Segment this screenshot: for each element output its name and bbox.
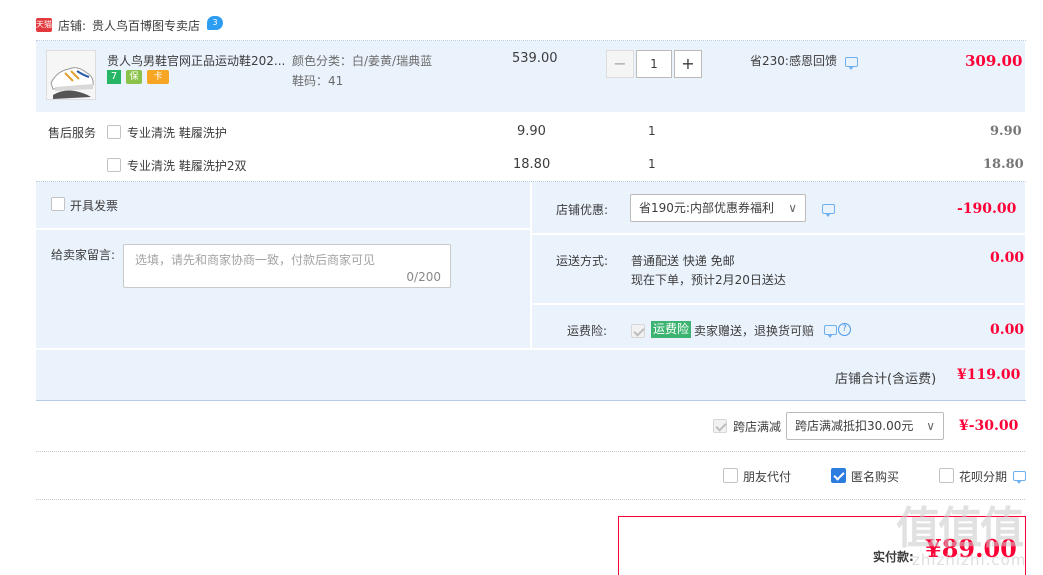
watermark-url: zhizhizhi.com: [912, 551, 1027, 569]
cross-shop-divider: [36, 451, 1025, 452]
promo-comment-icon[interactable]: [845, 57, 858, 70]
product-badge-guarantee: 保: [126, 70, 142, 84]
after-sales-item-1-qty: 1: [648, 124, 656, 138]
shop-chat-icon[interactable]: 3: [207, 16, 223, 30]
options-left-separator: [36, 228, 530, 230]
product-promo: 省230:感恩回馈: [750, 54, 837, 68]
cross-shop-checkbox: [713, 419, 727, 433]
watermark-logo: 值值值: [896, 503, 1024, 554]
cross-shop-amount: ¥-30.00: [959, 418, 1019, 434]
product-spec-color: 颜色分类：白/姜黄/瑞典蓝: [292, 54, 433, 68]
product-thumbnail[interactable]: [46, 50, 96, 100]
product-unit-price: 539.00: [512, 51, 558, 66]
chevron-down-icon: ∨: [788, 201, 797, 215]
message-counter: 0/200: [406, 270, 441, 284]
friend-pay-label[interactable]: 朋友代付: [743, 468, 791, 485]
invoice-checkbox[interactable]: [51, 197, 65, 211]
options-bottom-separator: [36, 348, 1025, 350]
message-placeholder: 选填，请先和商家协商一致，付款后商家可见: [135, 253, 376, 267]
product-badge-seven: 7: [107, 70, 121, 84]
insurance-tag: 运费险: [651, 321, 692, 338]
insurance-text: 卖家赠送，退换货可赔: [694, 324, 815, 338]
tmall-badge: 天猫: [36, 18, 52, 32]
shop-discount-value: 省190元:内部优惠券福利: [639, 201, 774, 215]
quantity-plus-button[interactable]: +: [674, 50, 702, 78]
insurance-comment-icon[interactable]: [824, 325, 837, 338]
shop-discount-amount: -190.00: [957, 201, 1017, 217]
insurance-amount: 0.00: [990, 322, 1025, 338]
invoice-label[interactable]: 开具发票: [70, 197, 118, 214]
shipping-method: 普通配送 快递 免邮: [631, 254, 735, 268]
cross-shop-label: 跨店满减: [733, 420, 782, 434]
shop-label: 店铺:: [58, 19, 87, 33]
after-sales-item-1-total: 9.90: [990, 124, 1022, 139]
after-sales-checkbox-1[interactable]: [107, 125, 121, 139]
after-sales-checkbox-2[interactable]: [107, 158, 121, 172]
huabei-label[interactable]: 花呗分期: [959, 468, 1007, 485]
quantity-input[interactable]: 1: [636, 50, 672, 78]
huabei-checkbox[interactable]: [939, 468, 954, 483]
quantity-minus-button[interactable]: −: [606, 50, 634, 78]
product-badge-card: 卡: [147, 70, 169, 84]
after-sales-item-2-total: 18.80: [983, 157, 1024, 172]
message-label: 给卖家留言:: [51, 248, 116, 262]
options-right-separator-2: [532, 303, 1025, 305]
payment-divider: [36, 499, 1025, 500]
options-column-separator: [530, 182, 532, 348]
after-sales-item-2-name: 专业清洗 鞋履洗护2双: [127, 159, 247, 173]
shop-name[interactable]: 贵人鸟百博图专卖店: [92, 17, 200, 34]
after-sales-label: 售后服务: [48, 126, 97, 140]
after-sales-item-2-qty: 1: [648, 157, 656, 171]
friend-pay-checkbox[interactable]: [723, 468, 738, 483]
shipping-eta: 现在下单，预计2月20日送达: [631, 273, 786, 287]
product-spec-size: 鞋码：41: [292, 74, 344, 88]
shop-discount-label: 店铺优惠:: [556, 203, 609, 217]
options-right-separator-1: [532, 233, 1025, 235]
after-sales-item-1-price: 9.90: [517, 124, 546, 139]
after-sales-item-1-name: 专业清洗 鞋履洗护: [127, 126, 227, 140]
discount-comment-icon[interactable]: [822, 204, 835, 217]
options-divider-bottom: [36, 400, 1026, 401]
after-sales-item-2-price: 18.80: [513, 157, 551, 172]
insurance-checkbox: [631, 324, 645, 338]
message-textarea[interactable]: 选填，请先和商家协商一致，付款后商家可见 0/200: [123, 244, 451, 288]
anonymous-checkbox[interactable]: [831, 468, 846, 483]
insurance-label: 运费险:: [567, 324, 608, 338]
shipping-label: 运送方式:: [556, 254, 609, 268]
insurance-help-icon[interactable]: ?: [838, 323, 851, 336]
cross-shop-select[interactable]: 跨店满减抵扣30.00元 ∨: [786, 412, 944, 440]
chevron-down-icon: ∨: [926, 419, 935, 433]
product-title[interactable]: 贵人鸟男鞋官网正品运动鞋202...: [107, 52, 285, 69]
shipping-amount: 0.00: [990, 250, 1025, 266]
shop-total-label: 店铺合计(含运费): [835, 372, 937, 387]
cross-shop-value: 跨店满减抵扣30.00元: [795, 419, 914, 433]
product-total: 309.00: [965, 52, 1023, 70]
shop-discount-select[interactable]: 省190元:内部优惠券福利 ∨: [630, 194, 806, 222]
anonymous-label[interactable]: 匿名购买: [851, 468, 899, 485]
product-row-divider-top: [36, 40, 1026, 41]
huabei-comment-icon[interactable]: [1013, 471, 1026, 484]
shop-total: ¥119.00: [957, 367, 1021, 383]
